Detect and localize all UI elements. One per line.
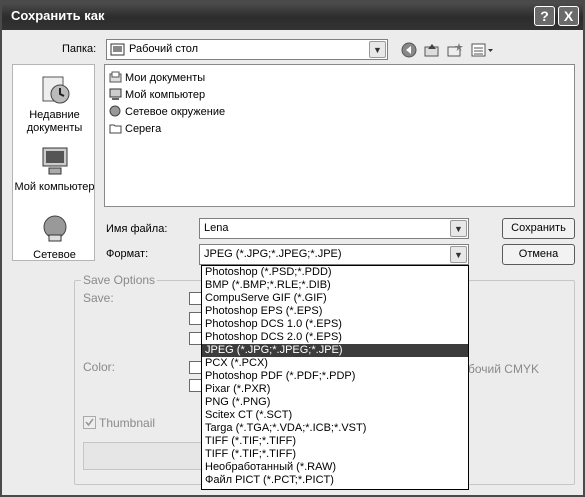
place-recent[interactable]: Недавние документы	[13, 73, 94, 135]
format-option[interactable]: TIFF (*.TIF;*.TIFF)	[202, 448, 468, 461]
chevron-down-icon[interactable]: ▼	[450, 246, 467, 263]
save-label: Save:	[83, 291, 114, 305]
list-item[interactable]: Мой компьютер	[109, 88, 205, 101]
chevron-down-icon[interactable]: ▼	[369, 41, 386, 58]
place-my-computer[interactable]: Мой компьютер	[13, 145, 95, 194]
format-value: JPEG (*.JPG;*.JPEG;*.JPE)	[204, 248, 342, 260]
thumbnail-label: Thumbnail	[99, 416, 156, 430]
format-option[interactable]: Необработанный (*.RAW)	[202, 461, 468, 474]
desktop-icon	[110, 43, 125, 56]
format-option[interactable]: CompuServe GIF (*.GIF)	[202, 292, 468, 305]
format-option[interactable]: JPEG (*.JPG;*.JPEG;*.JPE)	[202, 344, 468, 357]
list-item[interactable]: Мои документы	[109, 71, 205, 84]
chevron-down-icon[interactable]: ▼	[450, 220, 467, 237]
status-box	[83, 442, 203, 470]
format-select[interactable]: JPEG (*.JPG;*.JPEG;*.JPE) ▼	[199, 244, 469, 265]
location-combo[interactable]: Рабочий стол ▼	[106, 39, 388, 60]
format-option[interactable]: Photoshop EPS (*.EPS)	[202, 305, 468, 318]
list-item[interactable]: Сетевое окружение	[109, 105, 225, 118]
file-name: Мои документы	[125, 72, 206, 84]
format-option[interactable]: Photoshop (*.PSD;*.PDD)	[202, 266, 468, 279]
format-option[interactable]: Targa (*.TGA;*.VDA;*.ICB;*.VST)	[202, 422, 468, 435]
filename-input[interactable]: Lena ▼	[199, 218, 469, 239]
back-icon[interactable]	[401, 42, 417, 58]
my-documents-icon	[109, 71, 122, 83]
save-options-title: Save Options	[81, 273, 158, 287]
format-option[interactable]: BMP (*.BMP;*.RLE;*.DIB)	[202, 279, 468, 292]
network-icon	[109, 105, 121, 117]
place-label-my-computer: Мой компьютер	[14, 181, 95, 193]
location-value: Рабочий стол	[129, 43, 199, 55]
place-label-recent: Недавние документы	[26, 109, 83, 134]
format-label: Формат:	[106, 248, 149, 260]
new-folder-icon[interactable]	[447, 42, 463, 58]
cmyk-label: бочий CMYK	[468, 362, 539, 376]
file-name: Серега	[125, 123, 162, 135]
format-option[interactable]: Pixar (*.PXR)	[202, 383, 468, 396]
file-list[interactable]: Мои документы Мой компьютер Сетевое окру…	[104, 64, 575, 207]
location-label: Папка:	[62, 43, 97, 55]
format-option[interactable]: TIFF (*.TIF;*.TIFF)	[202, 435, 468, 448]
places-bar: Недавние документы Мой компьютер Сетевое	[12, 64, 95, 261]
my-computer-icon	[42, 147, 67, 175]
format-option[interactable]: PNG (*.PNG)	[202, 396, 468, 409]
format-option[interactable]: PCX (*.PCX)	[202, 357, 468, 370]
format-dropdown-list[interactable]: Photoshop (*.PSD;*.PDD) BMP (*.BMP;*.RLE;…	[201, 265, 469, 490]
file-name: Мой компьютер	[125, 89, 206, 101]
folder-icon	[109, 124, 122, 134]
check-icon	[85, 418, 94, 427]
save-button[interactable]: Сохранить	[502, 218, 575, 239]
format-option[interactable]: Scitex CT (*.SCT)	[202, 409, 468, 422]
format-option[interactable]: Photoshop DCS 2.0 (*.EPS)	[202, 331, 468, 344]
format-option[interactable]: Файл PICT (*.PCT;*.PICT)	[202, 474, 468, 487]
network-icon	[43, 215, 66, 242]
up-folder-icon[interactable]	[424, 42, 440, 58]
cancel-button[interactable]: Отмена	[502, 244, 575, 265]
thumbnail-checkbox[interactable]	[83, 416, 96, 429]
filename-label: Имя файла:	[106, 223, 168, 235]
place-network[interactable]: Сетевое	[13, 213, 94, 261]
dialog-title: Сохранить как	[11, 8, 105, 23]
my-computer-icon	[109, 88, 122, 100]
file-name: Сетевое окружение	[125, 106, 226, 118]
save-as-dialog: Сохранить как ? X Папка: Рабочий стол ▼	[0, 0, 585, 497]
view-menu-icon[interactable]	[471, 42, 495, 58]
title-bar: Сохранить как ? X	[2, 2, 583, 30]
recent-documents-icon	[42, 76, 69, 104]
format-option[interactable]: Photoshop DCS 1.0 (*.EPS)	[202, 318, 468, 331]
format-option[interactable]: Photoshop PDF (*.PDF;*.PDP)	[202, 370, 468, 383]
place-label-network: Сетевое	[33, 249, 76, 261]
list-item[interactable]: Серега	[109, 122, 161, 135]
help-button[interactable]: ?	[534, 6, 555, 26]
color-label: Color:	[83, 360, 116, 374]
close-button[interactable]: X	[558, 6, 579, 26]
filename-value: Lena	[204, 222, 229, 234]
